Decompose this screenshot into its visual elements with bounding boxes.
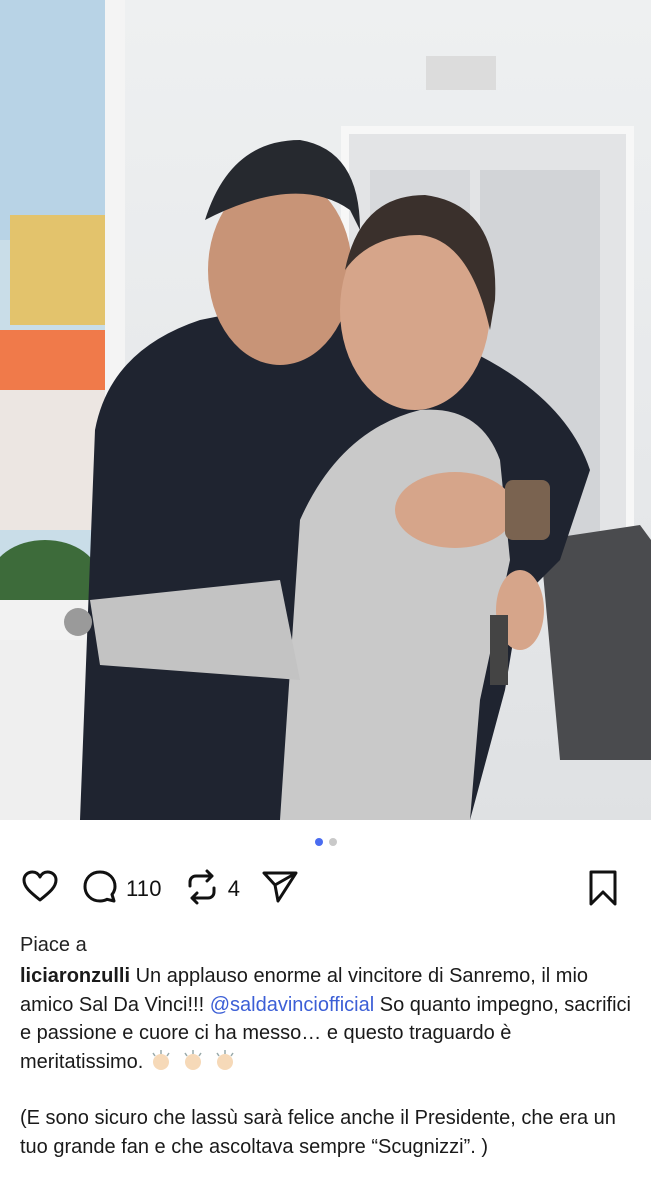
share-button[interactable] — [260, 867, 300, 912]
repost-icon — [182, 867, 222, 912]
like-button[interactable] — [20, 867, 60, 912]
liked-by-text: Piace a — [20, 934, 87, 956]
action-bar: 110 4 — [20, 868, 631, 910]
clapping-hands-icon — [207, 1049, 239, 1073]
post-photo[interactable] — [0, 0, 651, 820]
repost-button[interactable]: 4 — [182, 867, 240, 912]
caption-mention[interactable]: @saldavinciofficial — [210, 994, 374, 1016]
heart-icon — [20, 867, 60, 912]
reposts-count: 4 — [227, 876, 241, 901]
save-button[interactable] — [583, 868, 623, 913]
caption-username[interactable]: liciaronzulli — [20, 965, 130, 987]
comment-button[interactable]: 110 — [80, 867, 162, 912]
carousel-dot[interactable] — [328, 838, 337, 846]
caption-paragraph-2: (E sono sicuro che lassù sarà felice anc… — [20, 1107, 616, 1158]
bookmark-icon — [583, 870, 623, 912]
comment-bubble-icon — [80, 867, 120, 912]
photo-illustration — [0, 0, 651, 820]
carousel-dot-active[interactable] — [314, 838, 323, 846]
post-caption: liciaronzulli Un applauso enorme al vinc… — [20, 962, 635, 1161]
carousel-indicator — [0, 838, 651, 850]
clapping-hands-icon — [175, 1049, 207, 1073]
send-icon — [260, 867, 300, 912]
clapping-hands-icon — [143, 1049, 175, 1073]
comments-count: 110 — [126, 876, 162, 901]
